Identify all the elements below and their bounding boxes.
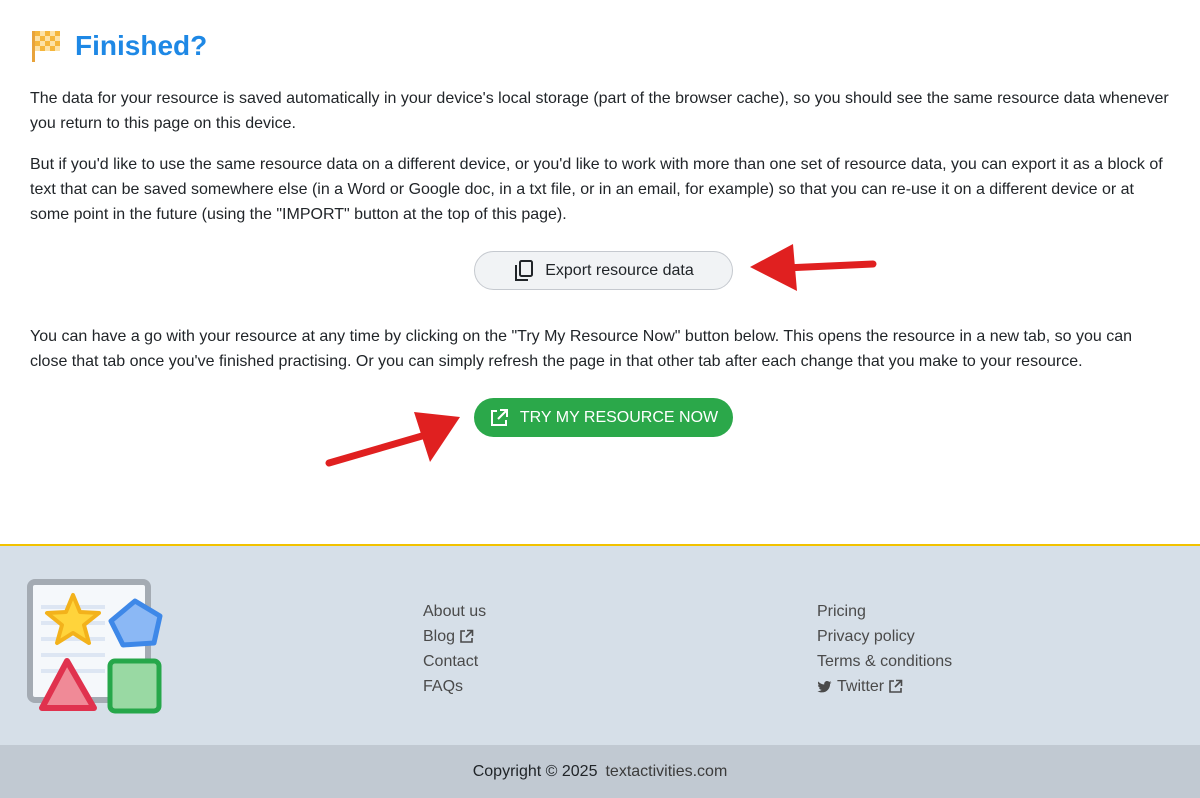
export-info-text: But if you'd like to use the same resour… — [30, 156, 1163, 223]
copy-icon — [515, 259, 534, 281]
try-button-label: TRY MY RESOURCE NOW — [519, 408, 719, 426]
footer-link-about-us[interactable]: About us — [423, 599, 486, 624]
footer-link-contact[interactable]: Contact — [423, 649, 486, 674]
section-heading: Finished? — [30, 26, 207, 66]
site-name-link[interactable]: textactivities.com — [605, 763, 727, 781]
external-link-icon — [460, 629, 474, 643]
export-resource-data-button[interactable]: Export resource data — [474, 251, 733, 290]
footer-link-privacy-policy[interactable]: Privacy policy — [817, 624, 952, 649]
footer-link-twitter[interactable]: Twitter — [817, 674, 952, 699]
footer-link-pricing[interactable]: Pricing — [817, 599, 952, 624]
textactivities-logo[interactable] — [27, 579, 165, 717]
storage-info-text: The data for your resource is saved auto… — [30, 90, 1169, 132]
copyright-bar: Copyright © 2025 textactivities.com — [0, 745, 1200, 798]
page-title: Finished? — [75, 30, 208, 61]
footer-link-faqs[interactable]: FAQs — [423, 674, 486, 699]
twitter-bird-icon — [817, 680, 832, 692]
export-button-label: Export resource data — [545, 261, 694, 279]
footer-link-terms-conditions[interactable]: Terms & conditions — [817, 649, 952, 674]
try-my-resource-now-button[interactable]: TRY MY RESOURCE NOW — [474, 398, 733, 437]
try-info-text: You can have a go with your resource at … — [30, 328, 1133, 370]
checkered-flag-icon — [32, 31, 60, 62]
external-link-icon — [889, 679, 903, 693]
red-arrow-annotation — [325, 412, 460, 467]
footer-links-column-2: Pricing Privacy policy Terms & condition… — [817, 599, 952, 699]
site-footer: About us Blog Contact FAQs Pricing Priva… — [0, 544, 1200, 745]
red-arrow-annotation — [750, 244, 877, 291]
footer-links-column-1: About us Blog Contact FAQs — [423, 599, 486, 699]
copyright-text: Copyright © 2025 — [472, 762, 598, 780]
footer-link-blog[interactable]: Blog — [423, 624, 486, 649]
open-external-icon — [490, 408, 508, 426]
